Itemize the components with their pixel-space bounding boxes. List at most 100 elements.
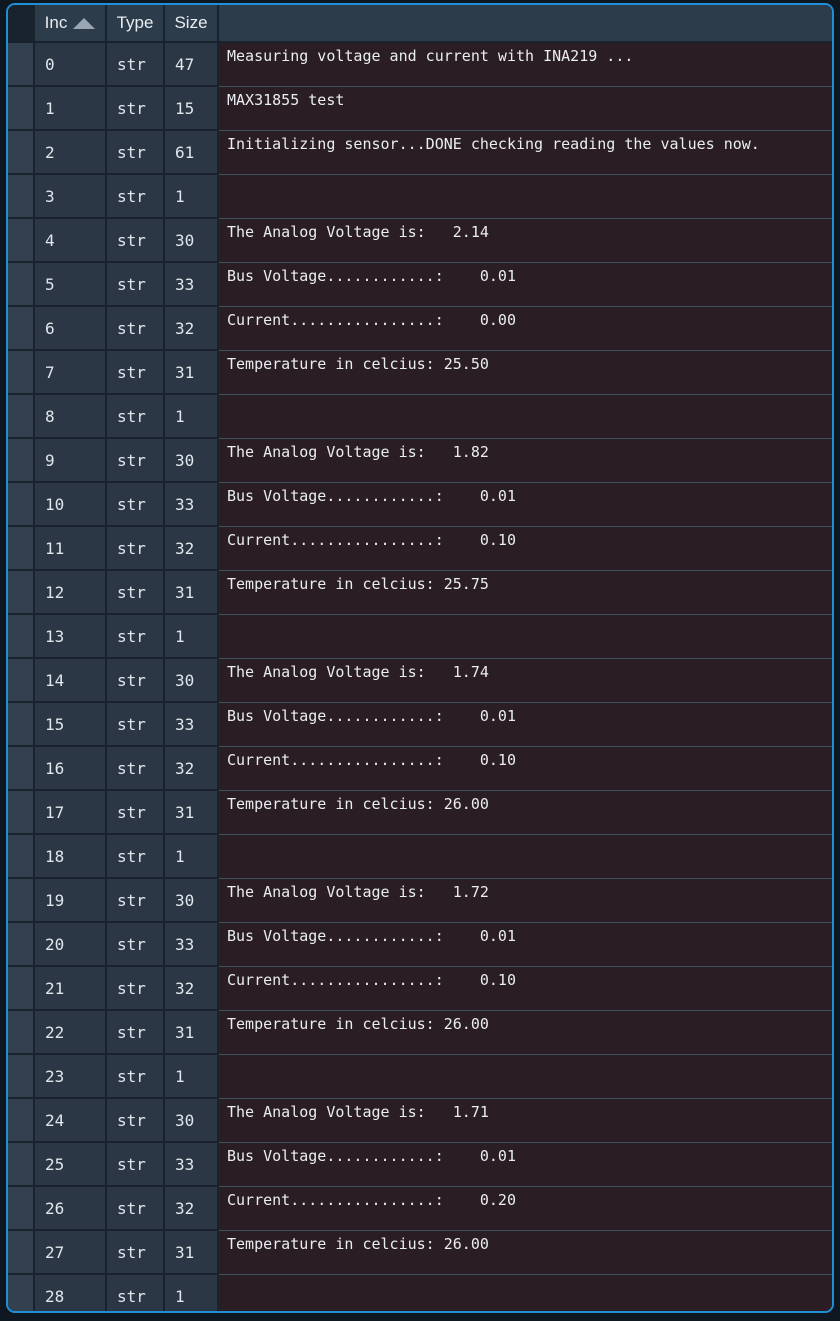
row-gutter-cell[interactable] — [8, 702, 35, 747]
cell-size: 31 — [164, 570, 219, 615]
cell-value[interactable]: Initializing sensor...DONE checking read… — [218, 130, 832, 175]
table-row[interactable]: 23 str 1 — [8, 1054, 832, 1099]
cell-value[interactable]: The Analog Voltage is: 2.14 — [218, 218, 832, 263]
table-row[interactable]: 12 str 31 Temperature in celcius: 25.75 — [8, 570, 832, 615]
table-row[interactable]: 19 str 30 The Analog Voltage is: 1.72 — [8, 878, 832, 923]
row-gutter-cell[interactable] — [8, 482, 35, 527]
table-row[interactable]: 22 str 31 Temperature in celcius: 26.00 — [8, 1010, 832, 1055]
cell-value[interactable]: The Analog Voltage is: 1.71 — [218, 1098, 832, 1143]
table-row[interactable]: 8 str 1 — [8, 394, 832, 439]
cell-value[interactable] — [218, 614, 832, 659]
cell-value[interactable]: Current................: 0.20 — [218, 1186, 832, 1231]
row-gutter-cell[interactable] — [8, 42, 35, 87]
row-gutter-cell[interactable] — [8, 218, 35, 263]
row-gutter-cell[interactable] — [8, 394, 35, 439]
cell-size: 15 — [164, 86, 219, 131]
table-row[interactable]: 14 str 30 The Analog Voltage is: 1.74 — [8, 658, 832, 703]
table-scroll-viewport[interactable]: Inc Type Size 0 str 47 Measuring voltage… — [8, 5, 832, 1311]
cell-value[interactable]: Temperature in celcius: 26.00 — [218, 1010, 832, 1055]
cell-value[interactable] — [218, 1274, 832, 1311]
row-gutter-cell[interactable] — [8, 86, 35, 131]
row-gutter-cell[interactable] — [8, 1142, 35, 1187]
row-gutter-cell[interactable] — [8, 1098, 35, 1143]
cell-value[interactable]: The Analog Voltage is: 1.74 — [218, 658, 832, 703]
row-gutter-cell[interactable] — [8, 306, 35, 351]
row-gutter-cell[interactable] — [8, 746, 35, 791]
table-row[interactable]: 11 str 32 Current................: 0.10 — [8, 526, 832, 571]
row-gutter-cell[interactable] — [8, 1230, 35, 1275]
cell-value-text: Measuring voltage and current with INA21… — [227, 47, 634, 65]
table-row[interactable]: 17 str 31 Temperature in celcius: 26.00 — [8, 790, 832, 835]
row-gutter-cell[interactable] — [8, 350, 35, 395]
cell-value[interactable]: Current................: 0.10 — [218, 526, 832, 571]
table-row[interactable]: 13 str 1 — [8, 614, 832, 659]
row-gutter-cell[interactable] — [8, 130, 35, 175]
row-gutter-cell[interactable] — [8, 658, 35, 703]
table-row[interactable]: 20 str 33 Bus Voltage............: 0.01 — [8, 922, 832, 967]
column-header-type[interactable]: Type — [106, 5, 165, 43]
cell-type: str — [106, 526, 165, 571]
cell-value[interactable]: Temperature in celcius: 25.50 — [218, 350, 832, 395]
cell-value[interactable]: Measuring voltage and current with INA21… — [218, 42, 832, 87]
table-row[interactable]: 10 str 33 Bus Voltage............: 0.01 — [8, 482, 832, 527]
row-gutter-cell[interactable] — [8, 570, 35, 615]
table-row[interactable]: 6 str 32 Current................: 0.00 — [8, 306, 832, 351]
row-gutter-cell[interactable] — [8, 1010, 35, 1055]
row-gutter-cell[interactable] — [8, 174, 35, 219]
table-row[interactable]: 28 str 1 — [8, 1274, 832, 1311]
table-body: 0 str 47 Measuring voltage and current with… — [8, 42, 832, 1311]
cell-index: 16 — [34, 746, 107, 791]
row-gutter-cell[interactable] — [8, 438, 35, 483]
table-row[interactable]: 27 str 31 Temperature in celcius: 26.00 — [8, 1230, 832, 1275]
column-header-index[interactable]: Inc — [34, 5, 107, 43]
cell-value[interactable]: Temperature in celcius: 25.75 — [218, 570, 832, 615]
table-row[interactable]: 1 str 15 MAX31855 test — [8, 86, 832, 131]
table-row[interactable]: 26 str 32 Current................: 0.20 — [8, 1186, 832, 1231]
column-header-value[interactable] — [218, 5, 832, 43]
table-row[interactable]: 7 str 31 Temperature in celcius: 25.50 — [8, 350, 832, 395]
row-gutter-cell[interactable] — [8, 1054, 35, 1099]
row-gutter-cell[interactable] — [8, 878, 35, 923]
cell-value[interactable]: Bus Voltage............: 0.01 — [218, 482, 832, 527]
row-gutter-cell[interactable] — [8, 922, 35, 967]
table-row[interactable]: 4 str 30 The Analog Voltage is: 2.14 — [8, 218, 832, 263]
cell-value[interactable]: Current................: 0.10 — [218, 966, 832, 1011]
cell-value[interactable] — [218, 174, 832, 219]
cell-value[interactable]: Bus Voltage............: 0.01 — [218, 262, 832, 307]
row-gutter-cell[interactable] — [8, 834, 35, 879]
cell-value[interactable]: The Analog Voltage is: 1.82 — [218, 438, 832, 483]
cell-value[interactable]: MAX31855 test — [218, 86, 832, 131]
cell-type: str — [106, 1010, 165, 1055]
table-row[interactable]: 0 str 47 Measuring voltage and current with… — [8, 42, 832, 87]
cell-value[interactable]: Temperature in celcius: 26.00 — [218, 790, 832, 835]
table-row[interactable]: 21 str 32 Current................: 0.10 — [8, 966, 832, 1011]
cell-value[interactable]: Current................: 0.00 — [218, 306, 832, 351]
row-gutter-cell[interactable] — [8, 1274, 35, 1311]
cell-value[interactable] — [218, 394, 832, 439]
cell-value[interactable] — [218, 1054, 832, 1099]
table-row[interactable]: 9 str 30 The Analog Voltage is: 1.82 — [8, 438, 832, 483]
table-row[interactable]: 3 str 1 — [8, 174, 832, 219]
table-row[interactable]: 5 str 33 Bus Voltage............: 0.01 — [8, 262, 832, 307]
cell-value[interactable]: The Analog Voltage is: 1.72 — [218, 878, 832, 923]
row-gutter-cell[interactable] — [8, 966, 35, 1011]
table-row[interactable]: 2 str 61 Initializing sensor...DONE checkin… — [8, 130, 832, 175]
cell-value[interactable] — [218, 834, 832, 879]
table-row[interactable]: 25 str 33 Bus Voltage............: 0.01 — [8, 1142, 832, 1187]
cell-value[interactable]: Bus Voltage............: 0.01 — [218, 1142, 832, 1187]
cell-value[interactable]: Current................: 0.10 — [218, 746, 832, 791]
table-row[interactable]: 16 str 32 Current................: 0.10 — [8, 746, 832, 791]
row-gutter-cell[interactable] — [8, 262, 35, 307]
table-row[interactable]: 15 str 33 Bus Voltage............: 0.01 — [8, 702, 832, 747]
row-gutter-cell[interactable] — [8, 790, 35, 835]
cell-value[interactable]: Temperature in celcius: 26.00 — [218, 1230, 832, 1275]
row-gutter-cell[interactable] — [8, 1186, 35, 1231]
row-gutter-cell[interactable] — [8, 614, 35, 659]
cell-value-text: Bus Voltage............: 0.01 — [227, 266, 516, 285]
cell-value[interactable]: Bus Voltage............: 0.01 — [218, 922, 832, 967]
table-row[interactable]: 18 str 1 — [8, 834, 832, 879]
row-gutter-cell[interactable] — [8, 526, 35, 571]
cell-value[interactable]: Bus Voltage............: 0.01 — [218, 702, 832, 747]
table-row[interactable]: 24 str 30 The Analog Voltage is: 1.71 — [8, 1098, 832, 1143]
column-header-size[interactable]: Size — [164, 5, 219, 43]
